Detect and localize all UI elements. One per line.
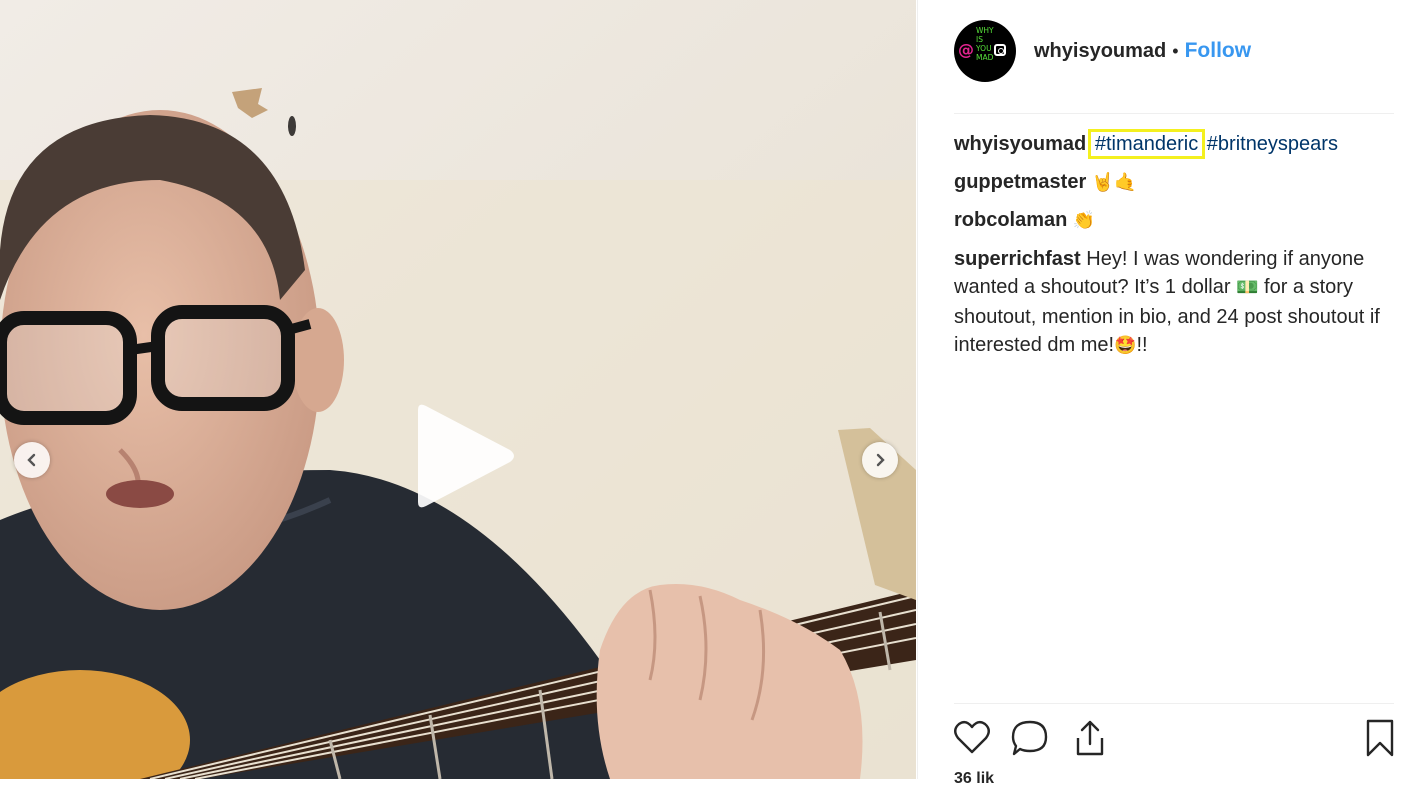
header-divider xyxy=(954,113,1394,114)
comment-username[interactable]: superrichfast xyxy=(954,248,1081,270)
avatar-at-sign: @ xyxy=(958,40,974,59)
avatar-logo-text: WHY IS YOU MAD xyxy=(976,26,994,62)
comment-username[interactable]: robcolaman xyxy=(954,209,1067,231)
share-button[interactable] xyxy=(1068,716,1112,760)
comment-emoji: 👏 xyxy=(1072,210,1096,231)
comment-item: whyisyoumad #timanderic #britneyspears xyxy=(954,129,1394,159)
comment-icon xyxy=(1011,720,1048,756)
camera-icon xyxy=(994,44,1006,56)
bookmark-icon xyxy=(1366,719,1394,757)
post-side-panel: @ WHY IS YOU MAD whyisyoumad • Follow wh… xyxy=(917,0,1416,787)
share-icon xyxy=(1076,720,1104,756)
avatar[interactable]: @ WHY IS YOU MAD xyxy=(954,20,1016,82)
hashtag-link[interactable]: #timanderic xyxy=(1087,129,1206,159)
play-icon[interactable] xyxy=(412,402,516,510)
likes-count[interactable]: 36 lik xyxy=(954,770,994,788)
chevron-left-icon xyxy=(27,453,36,467)
heart-icon xyxy=(954,720,990,754)
previous-button[interactable] xyxy=(14,442,50,478)
comment-emoji: 🤘🤙 xyxy=(1091,171,1137,193)
follow-button[interactable]: Follow xyxy=(1185,39,1252,63)
comment-item: guppetmaster 🤘🤙 xyxy=(954,168,1394,198)
post-header: @ WHY IS YOU MAD whyisyoumad • Follow xyxy=(954,20,1394,82)
comment-emoji: 🤩 xyxy=(1114,335,1137,356)
comment-username[interactable]: guppetmaster xyxy=(954,171,1086,193)
comment-text: !! xyxy=(1136,334,1148,356)
owner-username[interactable]: whyisyoumad xyxy=(1034,40,1166,63)
action-bar xyxy=(954,716,1394,762)
next-button[interactable] xyxy=(862,442,898,478)
comment-item: robcolaman 👏 xyxy=(954,206,1394,236)
comment-username[interactable]: whyisyoumad xyxy=(954,133,1086,155)
hashtag-link[interactable]: #britneyspears xyxy=(1207,133,1338,155)
comment-item: superrichfast Hey! I was wondering if an… xyxy=(954,245,1394,361)
save-button[interactable] xyxy=(1358,716,1402,760)
comment-emoji: 💵 xyxy=(1236,277,1259,298)
comment-button[interactable] xyxy=(1008,716,1052,760)
comments-list: whyisyoumad #timanderic #britneyspears g… xyxy=(954,129,1394,370)
like-button[interactable] xyxy=(950,716,994,760)
video-frame xyxy=(0,0,916,779)
chevron-right-icon xyxy=(876,453,885,467)
actions-divider xyxy=(954,703,1394,704)
post-media-video[interactable] xyxy=(0,0,916,779)
separator-dot: • xyxy=(1172,40,1179,61)
